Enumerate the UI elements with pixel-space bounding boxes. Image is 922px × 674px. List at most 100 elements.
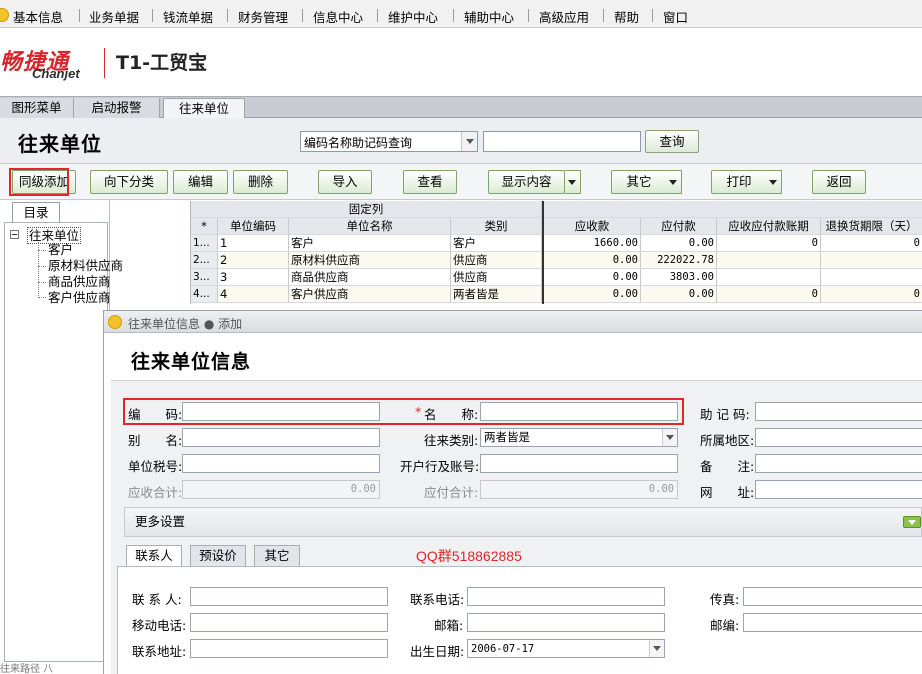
search-input[interactable] (483, 131, 641, 152)
tax-no-field[interactable] (182, 454, 380, 473)
category-select[interactable]: 两者皆是 (480, 428, 678, 447)
table-cell-payable[interactable]: 222022.78 (641, 252, 717, 269)
display-content-dropdown-icon[interactable] (565, 170, 581, 194)
print-dropdown-icon[interactable] (766, 170, 782, 194)
other-button[interactable]: 其它 (611, 170, 667, 194)
mobile-field[interactable] (190, 613, 388, 632)
table-cell-name[interactable]: 客户 (289, 235, 451, 252)
other-dropdown-icon[interactable] (666, 170, 682, 194)
delete-button[interactable]: 删除 (233, 170, 288, 194)
bank-field[interactable] (480, 454, 678, 473)
chevron-down-icon[interactable] (662, 429, 677, 446)
menu-window[interactable]: 窗口 (663, 7, 688, 26)
table-cell-code[interactable]: 4 (218, 286, 289, 303)
table-cell-receivable[interactable]: 0.00 (544, 269, 641, 286)
menu-cash-docs[interactable]: 钱流单据 (163, 7, 213, 26)
row-number[interactable]: 3... (191, 269, 218, 286)
expand-icon[interactable] (903, 516, 921, 528)
table-cell-receivable[interactable]: 1660.00 (544, 235, 641, 252)
table-cell-name[interactable]: 商品供应商 (289, 269, 451, 286)
row-number[interactable]: 1... (191, 235, 218, 252)
table-cell-return-days[interactable]: 0 (821, 235, 922, 252)
table-cell-term[interactable]: 0 (717, 235, 821, 252)
chevron-down-icon[interactable] (649, 640, 664, 657)
menu-help[interactable]: 帮助 (614, 7, 639, 26)
alias-field[interactable] (182, 428, 380, 447)
column-header-receivable[interactable]: 应收款 (544, 218, 641, 235)
view-button[interactable]: 查看 (403, 170, 457, 194)
menu-advanced[interactable]: 高级应用 (539, 7, 589, 26)
search-mode-select[interactable]: 编码名称助记码查询 (300, 131, 478, 152)
table-cell-term[interactable] (717, 269, 821, 286)
column-header-return-days[interactable]: 退换货期限（天） (821, 218, 922, 235)
tab-partners[interactable]: 往来单位 (163, 98, 245, 119)
menu-info-center[interactable]: 信息中心 (313, 7, 363, 26)
table-cell-receivable[interactable]: 0.00 (544, 252, 641, 269)
remark-field[interactable] (755, 454, 922, 473)
contact-person-field[interactable] (190, 587, 388, 606)
table-cell-type[interactable]: 供应商 (451, 252, 542, 269)
tab-other[interactable]: 其它 (254, 545, 300, 566)
mnemonic-field[interactable] (755, 402, 922, 421)
menu-maintenance[interactable]: 维护中心 (388, 7, 438, 26)
table-cell-term[interactable]: 0 (717, 286, 821, 303)
column-header-payable[interactable]: 应付款 (641, 218, 717, 235)
table-cell-return-days[interactable]: 0 (821, 286, 922, 303)
fax-field[interactable] (743, 587, 922, 606)
menu-assist[interactable]: 辅助中心 (464, 7, 514, 26)
table-cell-code[interactable]: 2 (218, 252, 289, 269)
tree-tab-directory[interactable]: 目录 (12, 202, 60, 222)
table-cell-payable[interactable]: 0.00 (641, 286, 717, 303)
table-cell-term[interactable] (717, 252, 821, 269)
fixed-column-splitter[interactable] (542, 201, 544, 304)
table-cell-receivable[interactable]: 0.00 (544, 286, 641, 303)
name-field[interactable] (480, 402, 678, 421)
zip-field[interactable] (743, 613, 922, 632)
display-content-button[interactable]: 显示内容 (488, 170, 565, 194)
row-number[interactable]: 2... (191, 252, 218, 269)
table-cell-payable[interactable]: 3803.00 (641, 269, 717, 286)
website-field[interactable] (755, 480, 922, 499)
region-field[interactable] (755, 428, 922, 447)
import-button[interactable]: 导入 (318, 170, 372, 194)
add-subcategory-button[interactable]: 向下分类 (90, 170, 168, 194)
column-header-type[interactable]: 类别 (451, 218, 542, 235)
tree-node-goods-supplier[interactable]: 商品供应商 (48, 274, 111, 289)
table-cell-type[interactable]: 客户 (451, 235, 542, 252)
menu-finance[interactable]: 财务管理 (238, 7, 288, 26)
menu-basic-info[interactable]: 基本信息 (13, 7, 63, 26)
column-header-name[interactable]: 单位名称 (289, 218, 451, 235)
tree-node-material-supplier[interactable]: 原材料供应商 (48, 258, 123, 273)
table-cell-payable[interactable]: 0.00 (641, 235, 717, 252)
print-button[interactable]: 打印 (711, 170, 767, 194)
tab-graphic-menu[interactable]: 图形菜单 (0, 98, 74, 118)
edit-button[interactable]: 编辑 (173, 170, 228, 194)
table-cell-type[interactable]: 两者皆是 (451, 286, 542, 303)
back-button[interactable]: 返回 (812, 170, 866, 194)
phone-field[interactable] (467, 587, 665, 606)
tree-node-customer[interactable]: 客户 (48, 242, 73, 257)
column-header-code[interactable]: 单位编码 (218, 218, 289, 235)
email-field[interactable] (467, 613, 665, 632)
row-number[interactable]: 4... (191, 286, 218, 303)
table-cell-name[interactable]: 原材料供应商 (289, 252, 451, 269)
query-button[interactable]: 查询 (645, 130, 699, 153)
tree-node-customer-supplier[interactable]: 客户供应商 (48, 290, 111, 305)
birthday-select[interactable]: 2006-07-17 (467, 639, 665, 658)
table-cell-type[interactable]: 供应商 (451, 269, 542, 286)
tab-preset-price[interactable]: 预设价 (190, 545, 246, 566)
table-cell-code[interactable]: 3 (218, 269, 289, 286)
tab-contacts[interactable]: 联系人 (126, 545, 182, 567)
table-cell-code[interactable]: 1 (218, 235, 289, 252)
menu-business-docs[interactable]: 业务单据 (89, 7, 139, 26)
table-cell-name[interactable]: 客户供应商 (289, 286, 451, 303)
table-cell-return-days[interactable] (821, 269, 922, 286)
column-header-term[interactable]: 应收应付款账期 (717, 218, 821, 235)
collapse-icon[interactable] (10, 230, 19, 239)
address-field[interactable] (190, 639, 388, 658)
tab-startup-alarm[interactable]: 启动报警 (74, 98, 160, 118)
more-settings-bar[interactable]: 更多设置 (124, 507, 922, 537)
chevron-down-icon[interactable] (461, 132, 477, 151)
code-field[interactable] (182, 402, 380, 421)
dialog-titlebar[interactable]: 往来单位信息 ● 添加 (104, 311, 922, 333)
